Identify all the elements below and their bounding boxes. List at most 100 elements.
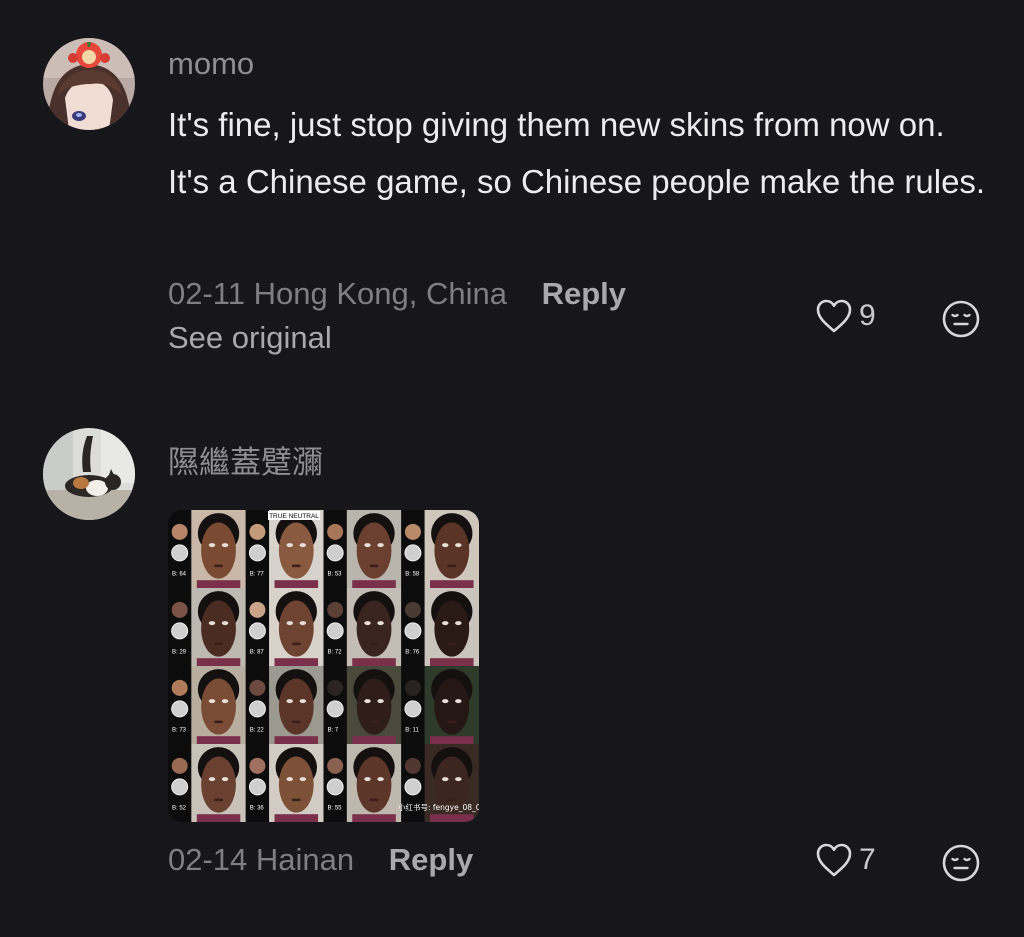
- shirt: [430, 658, 474, 666]
- face: [278, 756, 314, 813]
- skin-swatch: [171, 757, 188, 774]
- eye: [221, 777, 229, 782]
- user-avatar[interactable]: [43, 428, 135, 520]
- face-cell: B: 53: [323, 510, 402, 588]
- comment-date: 02-14: [168, 842, 248, 877]
- image-watermark: 小红书号: fengye_08_08: [398, 802, 479, 812]
- shirt: [352, 580, 396, 588]
- face-cell: B: 29: [168, 588, 246, 666]
- grid-label: B: 52: [172, 806, 187, 812]
- shirt: [274, 736, 319, 744]
- skin-swatch: [404, 601, 421, 618]
- eye: [221, 543, 229, 548]
- face-cell: B: 11: [401, 666, 479, 744]
- face-cell: B: 77: [245, 510, 324, 588]
- mouth: [447, 564, 457, 568]
- face: [434, 678, 470, 735]
- eye: [208, 699, 216, 704]
- shirt: [274, 658, 319, 666]
- skin-tone-face-grid-image: B: 64 B: 77 B: 53 B: 58 B: 29 B: 87 B: 72 B: 76…: [168, 510, 479, 822]
- eye: [455, 543, 462, 548]
- face: [356, 600, 392, 657]
- gray-swatch: [326, 544, 344, 562]
- eye: [286, 621, 293, 626]
- shirt: [352, 658, 396, 666]
- mouth: [369, 642, 379, 646]
- cat-avatar-icon: [43, 428, 135, 520]
- eye: [455, 621, 462, 626]
- image-top-caption: TRUE NEUTRAL: [269, 513, 319, 520]
- shirt: [430, 736, 474, 744]
- like-count: 7: [859, 843, 876, 876]
- grid-label: B: 73: [172, 728, 187, 734]
- eye: [442, 699, 449, 704]
- gray-swatch: [248, 622, 266, 640]
- eye: [221, 621, 229, 626]
- skin-swatch: [249, 679, 266, 696]
- eye: [364, 543, 371, 548]
- gray-swatch: [171, 778, 189, 796]
- eye: [208, 621, 216, 626]
- shirt: [430, 814, 474, 822]
- face: [201, 600, 236, 657]
- grid-label: B: 53: [328, 572, 343, 578]
- eye: [442, 777, 449, 782]
- grid-label: B: 22: [250, 728, 265, 734]
- eye: [286, 699, 293, 704]
- eye: [208, 777, 216, 782]
- shirt: [352, 736, 396, 744]
- face-cell: B: 76: [401, 588, 479, 666]
- gray-swatch: [171, 700, 189, 718]
- mouth: [214, 720, 223, 724]
- face-cell: B: 36: [245, 744, 324, 822]
- eye: [377, 777, 384, 782]
- comment-image[interactable]: B: 64 B: 77 B: 53 B: 58 B: 29 B: 87 B: 72 B: 76…: [168, 510, 479, 822]
- skin-swatch: [404, 757, 421, 774]
- comment-location: Hainan: [255, 842, 355, 877]
- gray-swatch: [326, 778, 344, 796]
- eye: [208, 543, 216, 548]
- eye: [377, 699, 384, 704]
- skin-swatch: [404, 679, 421, 696]
- grid-label: B: 77: [250, 572, 265, 578]
- gray-swatch: [171, 622, 189, 640]
- skin-swatch: [404, 523, 421, 540]
- shirt: [274, 580, 319, 588]
- face-cell: B: 7: [323, 666, 402, 744]
- gray-swatch: [404, 622, 422, 640]
- face: [278, 600, 314, 657]
- eye: [221, 699, 229, 704]
- grid-label: B: 76: [405, 650, 420, 656]
- shirt: [196, 580, 241, 588]
- eye: [299, 777, 307, 782]
- grid-label: B: 87: [250, 650, 265, 656]
- mouth: [291, 720, 301, 724]
- like-button[interactable]: 7: [815, 842, 876, 878]
- grid-label: B: 64: [172, 572, 187, 578]
- skin-swatch: [171, 679, 188, 696]
- mouth: [447, 642, 457, 646]
- skin-swatch: [327, 523, 344, 540]
- mouth: [369, 564, 379, 568]
- reaction-button[interactable]: [941, 843, 981, 883]
- reply-button[interactable]: Reply: [389, 842, 473, 877]
- mouth: [291, 642, 301, 646]
- eye: [455, 699, 462, 704]
- comment-item: 隰繼蓋躄瀰 B: 64 B: 77 B: 53 B: 58 B: 29 B: 87 B: 7…: [0, 0, 1024, 937]
- eye: [364, 777, 371, 782]
- mouth: [447, 720, 457, 724]
- username[interactable]: 隰繼蓋躄瀰: [168, 437, 323, 482]
- gray-swatch: [326, 622, 344, 640]
- gray-swatch: [404, 544, 422, 562]
- face: [356, 522, 392, 579]
- face: [434, 600, 470, 657]
- eye: [286, 777, 293, 782]
- neutral-face-icon: [942, 844, 980, 882]
- skin-swatch: [249, 757, 266, 774]
- shirt: [196, 814, 241, 822]
- face: [356, 678, 392, 735]
- face: [278, 522, 314, 579]
- shirt: [196, 736, 241, 744]
- face-cell: B: 72: [323, 588, 402, 666]
- face-cell: B: 73: [168, 666, 246, 744]
